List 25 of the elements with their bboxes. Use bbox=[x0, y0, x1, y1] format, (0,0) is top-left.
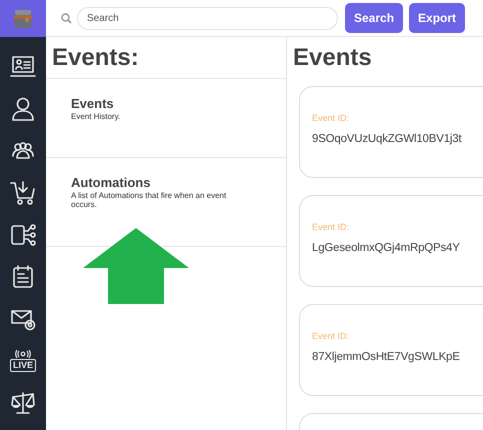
item-description: Event History. bbox=[71, 112, 122, 121]
event-id-label: Event ID: bbox=[312, 113, 350, 123]
search-icon bbox=[61, 12, 72, 24]
up-arrow-icon bbox=[83, 228, 189, 305]
item-title: Events bbox=[71, 96, 115, 111]
search-button[interactable]: Search bbox=[345, 3, 404, 33]
export-button[interactable]: Export bbox=[409, 3, 466, 33]
panel-title: Events: bbox=[46, 37, 286, 79]
event-id-label: Event ID: bbox=[312, 331, 350, 341]
panel-title: Events bbox=[293, 43, 373, 73]
event-id-value: 9SOqoVUzUqkZGWl10BV1j3t bbox=[312, 133, 462, 145]
event-id-label: Event ID: bbox=[312, 222, 350, 232]
item-description: A list of Automations that fire when an event occurs. bbox=[71, 191, 228, 209]
treasure-chest-icon bbox=[13, 8, 33, 30]
event-card[interactable]: Event ID: 87XljemmOsHtE7VgSWLKpE bbox=[299, 304, 483, 396]
person-icon[interactable] bbox=[9, 95, 37, 123]
menu-item[interactable]: Events Event History. bbox=[46, 79, 286, 158]
search-field[interactable]: Search bbox=[77, 6, 338, 30]
item-title: Automations bbox=[71, 175, 152, 190]
event-card[interactable]: Event ID: 9SOqoVUzUqkZGWl10BV1j3t bbox=[299, 86, 483, 178]
event-id-value: 87XljemmOsHtE7VgSWLKpE bbox=[312, 351, 461, 363]
event-card[interactable]: Event ID: LgGeseolmxQGj4mRpQPs4Y bbox=[299, 195, 483, 287]
logo-tile[interactable] bbox=[0, 0, 46, 37]
cart-icon[interactable] bbox=[9, 179, 37, 207]
event-id-value: LgGeseolmxQGj4mRpQPs4Y bbox=[312, 242, 461, 254]
